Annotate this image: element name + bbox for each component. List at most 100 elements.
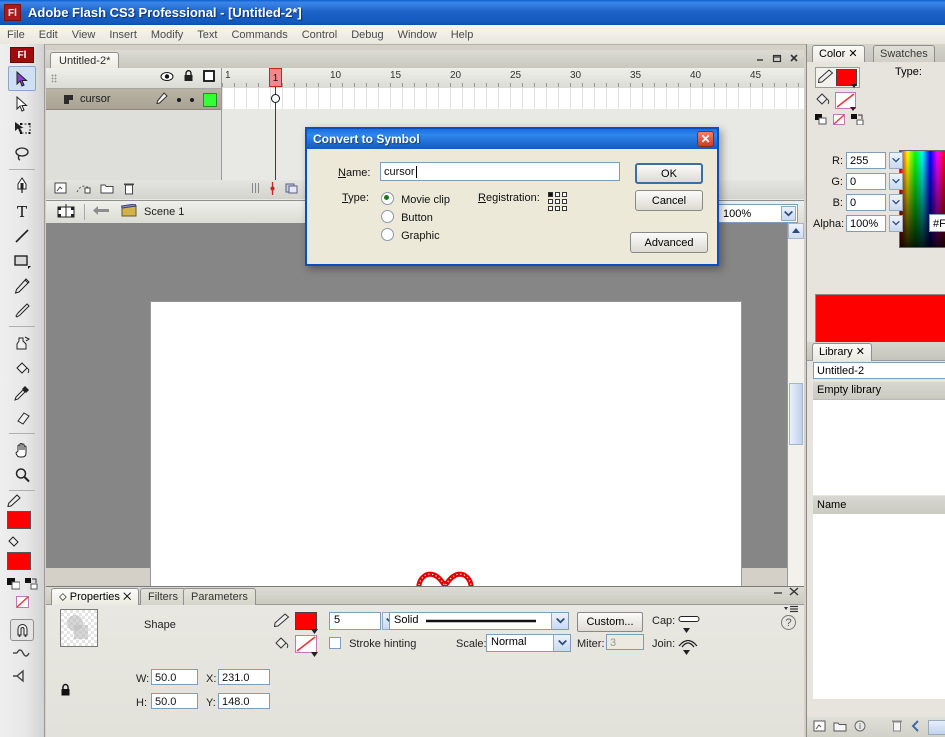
black-white-colors-icon[interactable] xyxy=(6,578,20,593)
panel-close-icon[interactable] xyxy=(789,587,799,599)
stroke-color-swatch[interactable] xyxy=(7,511,31,529)
hex-field[interactable]: #FF xyxy=(929,214,945,232)
tab-filters[interactable]: Filters xyxy=(140,588,186,605)
registration-point-grid[interactable] xyxy=(548,192,570,212)
scroll-up-icon[interactable] xyxy=(788,223,804,239)
subselection-tool[interactable] xyxy=(8,91,36,116)
stroke-color-swatch[interactable] xyxy=(836,69,857,88)
r-field[interactable]: 255 xyxy=(846,152,886,169)
menu-insert[interactable]: Insert xyxy=(102,27,144,43)
width-field[interactable]: 50.0 xyxy=(151,669,198,685)
alpha-spinner-icon[interactable] xyxy=(889,215,903,232)
tab-swatches[interactable]: Swatches xyxy=(873,45,935,63)
timeline-grip-icon[interactable] xyxy=(251,182,260,197)
help-icon[interactable]: ? xyxy=(781,615,796,630)
tab-library-close-icon[interactable]: ✕ xyxy=(856,346,865,358)
pencil-tool[interactable] xyxy=(8,273,36,298)
g-spinner-icon[interactable] xyxy=(889,173,903,190)
close-icon[interactable] xyxy=(788,51,800,64)
eyedropper-tool[interactable] xyxy=(8,380,36,405)
new-folder-icon[interactable] xyxy=(100,182,114,197)
stroke-style-combo[interactable]: Solid xyxy=(389,612,569,630)
tab-close-icon[interactable]: ✕ xyxy=(123,591,131,603)
paint-bucket-tool[interactable] xyxy=(8,355,36,380)
stroke-style-dropdown-icon[interactable] xyxy=(551,613,568,629)
advanced-button[interactable]: Advanced xyxy=(630,232,708,253)
g-field[interactable]: 0 xyxy=(846,173,886,190)
menu-help[interactable]: Help xyxy=(444,27,481,43)
outline-icon[interactable] xyxy=(203,70,215,85)
join-dropdown-icon[interactable] xyxy=(683,646,690,658)
scale-combo[interactable]: Normal xyxy=(486,634,571,652)
stage-canvas[interactable] xyxy=(150,301,742,608)
x-field[interactable]: 231.0 xyxy=(218,669,270,685)
menu-view[interactable]: View xyxy=(65,27,103,43)
y-field[interactable]: 148.0 xyxy=(218,693,270,709)
menu-debug[interactable]: Debug xyxy=(344,27,390,43)
layer-lock-dot[interactable] xyxy=(190,97,194,102)
delete-icon[interactable] xyxy=(891,719,903,735)
dialog-close-icon[interactable]: ✕ xyxy=(697,131,714,147)
layer-visibility-dot[interactable] xyxy=(177,97,181,102)
symbol-name-input[interactable]: cursor xyxy=(380,162,620,181)
back-arrow-icon[interactable] xyxy=(93,205,109,219)
fill-color-control[interactable] xyxy=(815,92,856,111)
menu-text[interactable]: Text xyxy=(190,27,224,43)
panel-grip[interactable] xyxy=(51,74,57,83)
alpha-field[interactable]: 100% xyxy=(846,215,886,232)
menu-control[interactable]: Control xyxy=(295,27,344,43)
b-spinner-icon[interactable] xyxy=(889,194,903,211)
restore-icon[interactable] xyxy=(771,51,783,64)
zoom-tool[interactable] xyxy=(8,462,36,487)
button-radio[interactable] xyxy=(381,210,394,223)
panel-options-icon[interactable] xyxy=(784,605,798,617)
document-tab[interactable]: Untitled-2* xyxy=(50,52,120,69)
swap-colors-icon[interactable] xyxy=(851,114,864,128)
menu-modify[interactable]: Modify xyxy=(144,27,190,43)
layer-color-chip[interactable] xyxy=(203,92,217,107)
library-document-name[interactable]: Untitled-2 xyxy=(813,362,945,379)
graphic-radio[interactable] xyxy=(381,228,394,241)
free-transform-tool[interactable] xyxy=(8,116,36,141)
fill-color-swatch[interactable] xyxy=(295,635,318,657)
height-field[interactable]: 50.0 xyxy=(151,693,198,709)
scene-name[interactable]: Scene 1 xyxy=(144,206,184,218)
library-item-list[interactable] xyxy=(813,514,945,699)
minimize-icon[interactable] xyxy=(754,51,766,64)
tab-color[interactable]: Color ✕ xyxy=(812,45,865,63)
lock-aspect-icon[interactable] xyxy=(60,683,71,700)
playhead[interactable]: 1 xyxy=(269,68,282,180)
add-motion-guide-icon[interactable] xyxy=(76,182,91,197)
menu-edit[interactable]: Edit xyxy=(32,27,65,43)
new-folder-icon[interactable] xyxy=(833,720,847,735)
stage-vertical-scrollbar[interactable] xyxy=(787,223,804,607)
layer-name[interactable]: cursor xyxy=(80,93,111,105)
fill-color-control[interactable] xyxy=(7,535,37,570)
timeline-frames[interactable] xyxy=(222,88,804,110)
menu-file[interactable]: File xyxy=(0,27,32,43)
stroke-hinting-option[interactable]: Stroke hinting xyxy=(329,637,416,650)
rectangle-tool[interactable] xyxy=(8,248,36,273)
lasso-tool[interactable] xyxy=(8,141,36,166)
stroke-color-control[interactable] xyxy=(7,494,37,529)
movie-clip-radio[interactable] xyxy=(381,192,394,205)
zoom-combo[interactable]: 100% xyxy=(718,204,798,223)
custom-stroke-button[interactable]: Custom... xyxy=(577,612,643,632)
r-spinner-icon[interactable] xyxy=(889,152,903,169)
pen-tool[interactable] xyxy=(8,173,36,198)
cancel-button[interactable]: Cancel xyxy=(635,190,703,211)
playhead-frame-number[interactable]: 1 xyxy=(269,68,282,87)
brush-tool[interactable] xyxy=(8,298,36,323)
library-properties-icon[interactable]: i xyxy=(854,720,866,735)
black-white-icon[interactable] xyxy=(815,114,827,128)
layer-row[interactable]: cursor xyxy=(46,89,221,110)
selection-tool[interactable] xyxy=(8,66,36,91)
new-symbol-icon[interactable] xyxy=(813,720,826,735)
center-frame-icon[interactable] xyxy=(268,181,277,198)
miter-field[interactable]: 3 xyxy=(606,634,644,650)
no-color-icon[interactable] xyxy=(15,596,29,611)
vertical-scroll-thumb[interactable] xyxy=(789,383,803,445)
radio-button[interactable]: Button xyxy=(381,210,433,224)
b-field[interactable]: 0 xyxy=(846,194,886,211)
eraser-tool[interactable] xyxy=(8,405,36,430)
